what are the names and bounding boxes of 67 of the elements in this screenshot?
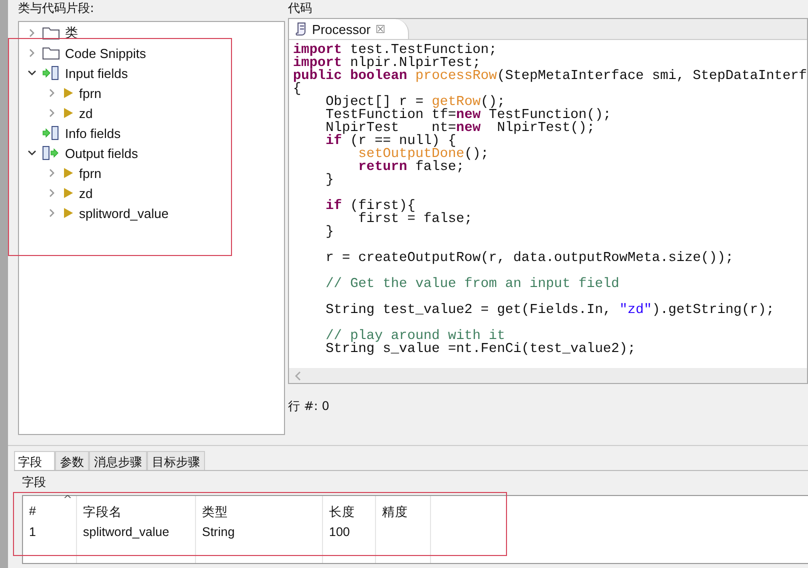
triangle-icon	[62, 167, 74, 179]
tab[interactable]: 目标步骤	[147, 451, 205, 470]
triangle-icon	[62, 207, 74, 219]
sort-indicator[interactable]: ^	[63, 493, 72, 506]
table-cell: 100	[323, 521, 376, 542]
code-token: if	[324, 199, 342, 214]
code-token: ).getString(r);	[652, 303, 774, 318]
code-token: first = false;	[357, 212, 472, 227]
script-icon	[295, 22, 307, 36]
tree-item[interactable]: Input fields	[65, 66, 128, 80]
folder-icon	[42, 46, 60, 60]
panel-title: 代码	[288, 0, 313, 16]
code-token: ();	[480, 95, 506, 110]
tree-item[interactable]: fprn	[79, 166, 102, 180]
arrow-column-icon	[42, 126, 60, 140]
table-cell: 1	[23, 521, 77, 542]
code-token: }	[324, 225, 334, 240]
code-token: return	[357, 160, 408, 175]
code-token: r = createOutputRow(r, data.outputRowMeta.size());	[324, 251, 734, 266]
tree-item[interactable]: zd	[79, 106, 93, 120]
column-header[interactable]: 长度	[323, 496, 376, 521]
chevron-icon[interactable]	[27, 148, 37, 158]
code-token: new	[456, 121, 481, 136]
group-title: 字段	[22, 475, 47, 489]
tab[interactable]: 消息步骤	[89, 451, 147, 470]
tree-item[interactable]: Info fields	[65, 126, 121, 140]
code-token: {	[293, 82, 302, 97]
column-header[interactable]: 字段名	[77, 496, 196, 521]
code-token: String test_value2 = get(Fields.In,	[324, 303, 612, 318]
tree-item[interactable]: splitword_value	[79, 206, 169, 220]
tab[interactable]: 字段	[14, 451, 55, 470]
column-header[interactable]: 类型	[196, 496, 323, 521]
row-number-label: 行 #: 0	[288, 398, 330, 414]
code-token: String s_value =nt.FenCi(test_value2);	[324, 342, 636, 357]
code-token: if	[324, 134, 342, 149]
tab[interactable]: 参数	[55, 451, 89, 470]
tree-item[interactable]: fprn	[79, 86, 102, 100]
editor-tab[interactable]: Processor ☒	[289, 19, 409, 39]
table-cell: splitword_value	[77, 521, 196, 542]
column-arrow-icon	[42, 146, 60, 160]
triangle-icon	[62, 187, 74, 199]
tab-label: Processor	[312, 22, 371, 36]
arrow-column-icon	[42, 66, 60, 80]
tree-item[interactable]: zd	[79, 186, 93, 200]
code-token: }	[324, 173, 334, 188]
chevron-icon[interactable]	[27, 68, 37, 78]
folder-icon	[42, 26, 60, 40]
code-token: new	[456, 108, 481, 123]
code-token: (StepMetaInterface smi, StepDataInterf	[496, 69, 807, 84]
column-header[interactable]: 精度	[376, 496, 431, 521]
triangle-icon	[62, 87, 74, 99]
code-token: "zd"	[619, 303, 652, 318]
tree-item[interactable]: 类	[65, 24, 78, 42]
tree-item[interactable]: Output fields	[65, 146, 138, 160]
tree-item[interactable]: Code Snippits	[65, 46, 146, 60]
horizontal-scrollbar[interactable]	[289, 368, 807, 383]
code-token: (r == null) {	[349, 134, 456, 149]
code-token: ();	[464, 147, 489, 162]
code-token: // Get the value from an input field	[324, 277, 620, 292]
code-token: false;	[414, 160, 464, 175]
panel-title: 类与代码片段:	[18, 0, 96, 16]
code-token: processRow	[415, 69, 497, 84]
triangle-icon	[62, 107, 74, 119]
table-cell: String	[196, 521, 323, 542]
code-token: NlpirTest();	[496, 121, 595, 136]
close-icon[interactable]: ☒	[376, 22, 386, 36]
scroll-left-icon[interactable]	[294, 370, 302, 380]
